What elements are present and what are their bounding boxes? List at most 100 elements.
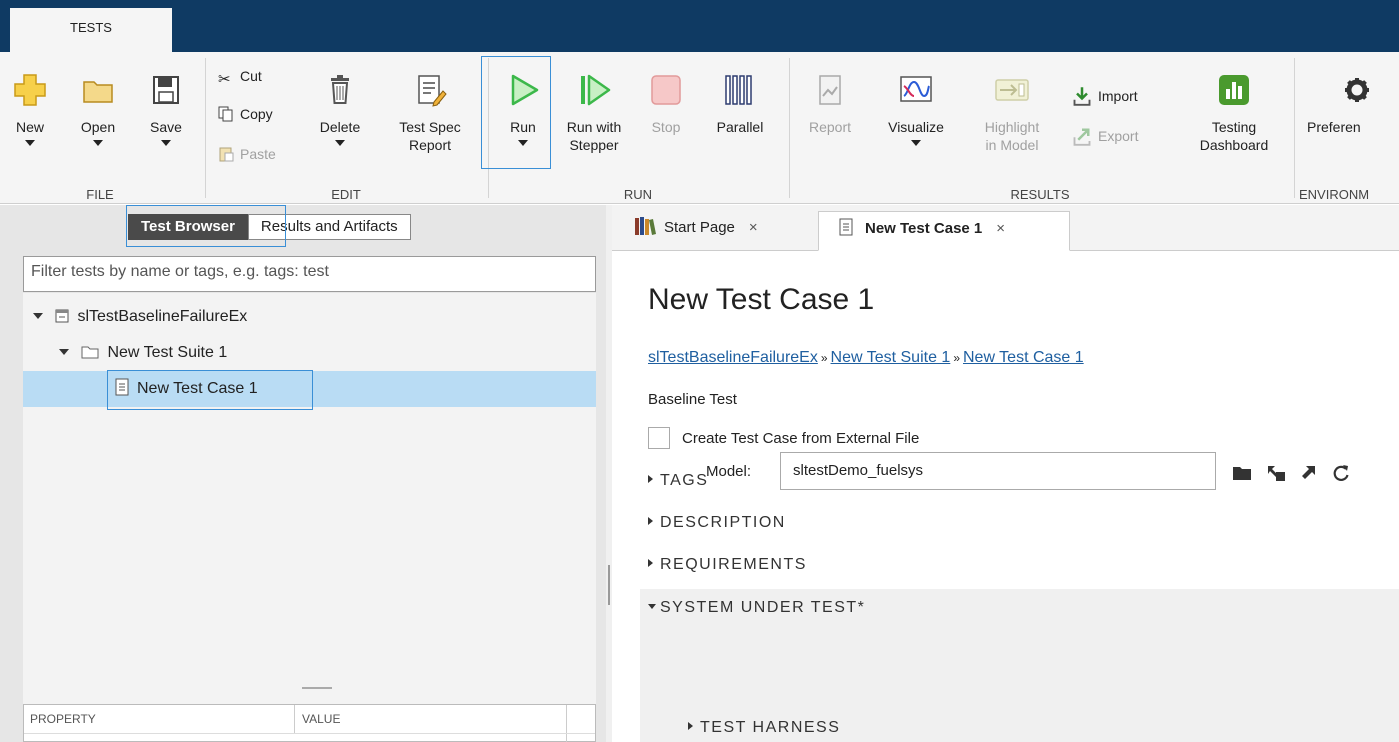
save-button[interactable]: Save	[142, 72, 190, 146]
breadcrumb-file-link[interactable]: slTestBaselineFailureEx	[648, 349, 818, 366]
breadcrumb-separator: »	[953, 351, 960, 365]
parallel-button[interactable]: Parallel	[709, 72, 771, 136]
environment-group: Preferen ENVIRONM	[1295, 52, 1399, 204]
suite-node-label: New Test Suite 1	[107, 344, 228, 361]
navigate-to-model-icon[interactable]	[1300, 464, 1318, 485]
highlight-in-model-button[interactable]: Highlight in Model	[974, 72, 1050, 154]
section-test-harness[interactable]: TEST HARNESS	[688, 719, 840, 737]
test-spec-label: Test Spec	[399, 119, 461, 135]
environment-group-title: ENVIRONM	[1299, 187, 1370, 202]
parallel-bars-icon	[725, 75, 752, 105]
copy-button[interactable]: Copy	[218, 106, 273, 122]
splitter-handle[interactable]	[608, 565, 610, 605]
divider	[566, 705, 567, 742]
divider	[24, 733, 595, 734]
model-label: Model:	[706, 463, 752, 480]
folder-icon	[81, 346, 99, 359]
file-node-label: slTestBaselineFailureEx	[77, 308, 248, 325]
chevron-down-icon[interactable]	[161, 140, 171, 146]
section-requirements[interactable]: REQUIREMENTS	[648, 556, 807, 574]
results-group-title: RESULTS	[1010, 187, 1070, 202]
trash-icon	[331, 75, 349, 104]
chevron-down-icon[interactable]	[911, 140, 921, 146]
panel-resize-grip[interactable]	[302, 687, 332, 689]
breadcrumb-case-link[interactable]: New Test Case 1	[963, 349, 1084, 366]
export-label: Export	[1098, 128, 1139, 144]
plus-icon	[14, 74, 46, 106]
model-name-field[interactable]: sltestDemo_fuelsys	[780, 452, 1216, 490]
chevron-down-icon[interactable]	[93, 140, 103, 146]
document-tab-bar: Start Page × New Test Case 1 ×	[612, 205, 1399, 251]
open-model-icon[interactable]	[1266, 464, 1286, 485]
section-tags[interactable]: TAGS	[648, 472, 708, 490]
filter-tests-input[interactable]: Filter tests by name or tags, e.g. tags:…	[23, 256, 596, 292]
delete-button[interactable]: Delete	[310, 72, 370, 146]
test-spec-report-button[interactable]: Test Spec Report	[388, 72, 472, 154]
create-from-external-file-label: Create Test Case from External File	[682, 430, 920, 447]
stop-icon	[651, 75, 681, 105]
dashboard-label: Dashboard	[1199, 137, 1269, 153]
import-arrow-icon	[1073, 87, 1091, 106]
edit-group: ✂ Cut Copy Paste Delete Test Spec Report…	[206, 52, 486, 204]
report-button[interactable]: Report	[800, 72, 860, 136]
import-button[interactable]: Import	[1072, 86, 1138, 106]
chevron-down-icon[interactable]	[25, 140, 35, 146]
report-pencil-icon	[418, 75, 447, 107]
close-icon[interactable]: ×	[749, 219, 758, 236]
test-case-tab-label: New Test Case 1	[865, 220, 983, 237]
editor-panel: Start Page × New Test Case 1 × New Test Ca…	[612, 205, 1399, 742]
test-file-icon	[55, 309, 69, 323]
section-system-under-test[interactable]: SYSTEM UNDER TEST*	[648, 599, 865, 617]
test-type-label: Baseline Test	[648, 391, 737, 408]
run-with-stepper-button[interactable]: Run with Stepper	[559, 72, 629, 154]
cut-button[interactable]: ✂ Cut	[218, 68, 262, 88]
testing-dashboard-button[interactable]: Testing Dashboard	[1188, 72, 1280, 154]
description-heading: DESCRIPTION	[660, 514, 786, 531]
preferences-button[interactable]: Preferen	[1307, 72, 1397, 136]
refresh-icon[interactable]	[1332, 464, 1350, 485]
app-header: TESTS	[0, 0, 1399, 52]
tab-start-page[interactable]: Start Page ×	[634, 211, 768, 251]
divider	[294, 705, 295, 733]
report-label: Report	[808, 119, 852, 135]
visualize-button[interactable]: Visualize	[876, 72, 956, 146]
close-icon[interactable]: ×	[996, 220, 1005, 237]
section-description[interactable]: DESCRIPTION	[648, 514, 786, 532]
test-tree: slTestBaselineFailureEx New Test Suite 1…	[23, 293, 596, 742]
test-case-highlight-box	[107, 370, 313, 410]
paste-button[interactable]: Paste	[218, 146, 276, 162]
expand-arrow-icon	[648, 475, 653, 483]
delete-label: Delete	[319, 119, 361, 135]
value-column-header: VALUE	[302, 712, 341, 726]
stepper-label: Stepper	[569, 137, 619, 153]
new-button[interactable]: New	[6, 72, 54, 146]
tree-node-file[interactable]: slTestBaselineFailureEx	[23, 299, 596, 335]
new-label: New	[15, 119, 44, 135]
requirements-heading: REQUIREMENTS	[660, 556, 807, 573]
scissors-icon: ✂	[218, 71, 231, 88]
create-from-external-file-checkbox[interactable]	[648, 427, 670, 449]
paste-icon	[219, 147, 234, 162]
chevron-down-icon[interactable]	[335, 140, 345, 146]
export-button[interactable]: Export	[1072, 126, 1138, 146]
edit-group-title: EDIT	[331, 187, 361, 202]
tags-heading: TAGS	[660, 472, 709, 489]
run-with-label: Run with	[566, 119, 622, 135]
expand-toggle-icon[interactable]	[33, 313, 43, 319]
tree-node-suite[interactable]: New Test Suite 1	[23, 335, 596, 371]
save-label: Save	[150, 119, 182, 135]
page-title: New Test Case 1	[648, 283, 875, 316]
breadcrumb-suite-link[interactable]: New Test Suite 1	[831, 349, 951, 366]
test-harness-heading: TEST HARNESS	[700, 719, 841, 736]
highlight-label: Highlight	[984, 119, 1040, 135]
start-page-label: Start Page	[664, 219, 735, 236]
stop-button[interactable]: Stop	[641, 72, 691, 136]
expand-toggle-icon[interactable]	[59, 349, 69, 355]
open-button[interactable]: Open	[74, 72, 122, 146]
copy-label: Copy	[240, 106, 273, 122]
tab-tests[interactable]: TESTS	[10, 8, 172, 52]
tab-new-test-case-1[interactable]: New Test Case 1 ×	[818, 211, 1070, 251]
browse-folder-icon[interactable]	[1232, 465, 1252, 484]
gear-icon	[1345, 78, 1369, 102]
breadcrumb-separator: »	[820, 351, 828, 365]
